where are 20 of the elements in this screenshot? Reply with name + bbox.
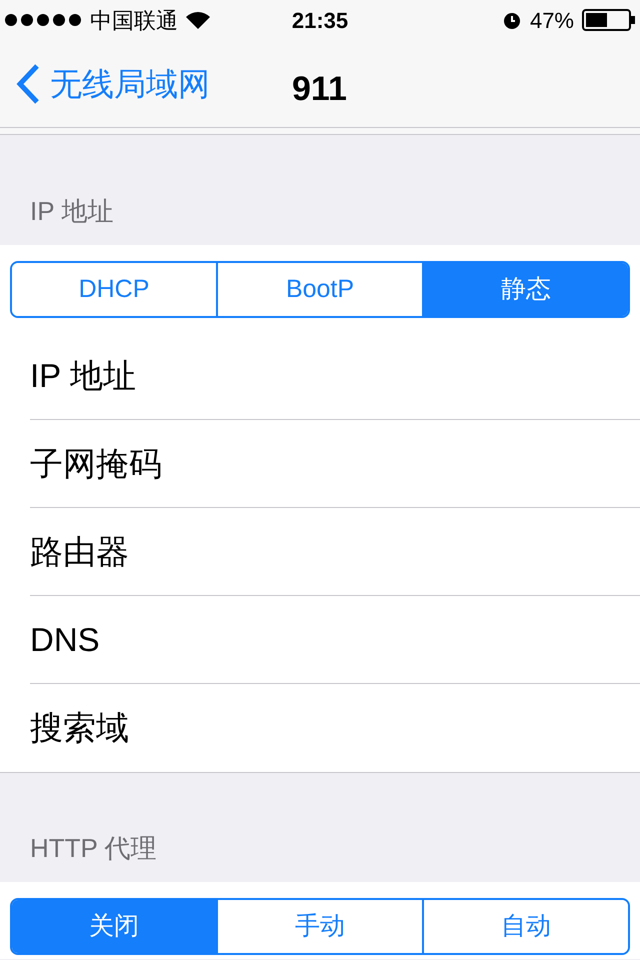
row-label: DNS: [30, 620, 100, 660]
battery-percent: 47%: [530, 6, 574, 34]
nav-title: 911: [292, 69, 347, 110]
battery-icon: [582, 9, 636, 31]
segment-tab[interactable]: 自动: [422, 900, 628, 953]
section-header: IP 地址: [30, 195, 114, 228]
row-label: IP 地址: [30, 356, 136, 396]
wifi-icon: [186, 11, 210, 29]
alarm-icon: [502, 10, 522, 30]
back-chevron-icon: [16, 64, 40, 104]
row-label: 子网掩码: [30, 444, 162, 484]
row-label: 路由器: [30, 532, 129, 572]
section-header: HTTP 代理: [30, 832, 157, 865]
back-button[interactable]: 无线局域网: [0, 60, 210, 108]
row-label: 搜索域: [30, 708, 129, 748]
segment-tab[interactable]: 关闭: [12, 900, 216, 953]
carrier-name: 中国联通: [90, 6, 178, 34]
segment-tab[interactable]: 静态: [422, 263, 628, 316]
status-time: 21:35: [292, 6, 348, 34]
signal-icon: [4, 13, 82, 27]
